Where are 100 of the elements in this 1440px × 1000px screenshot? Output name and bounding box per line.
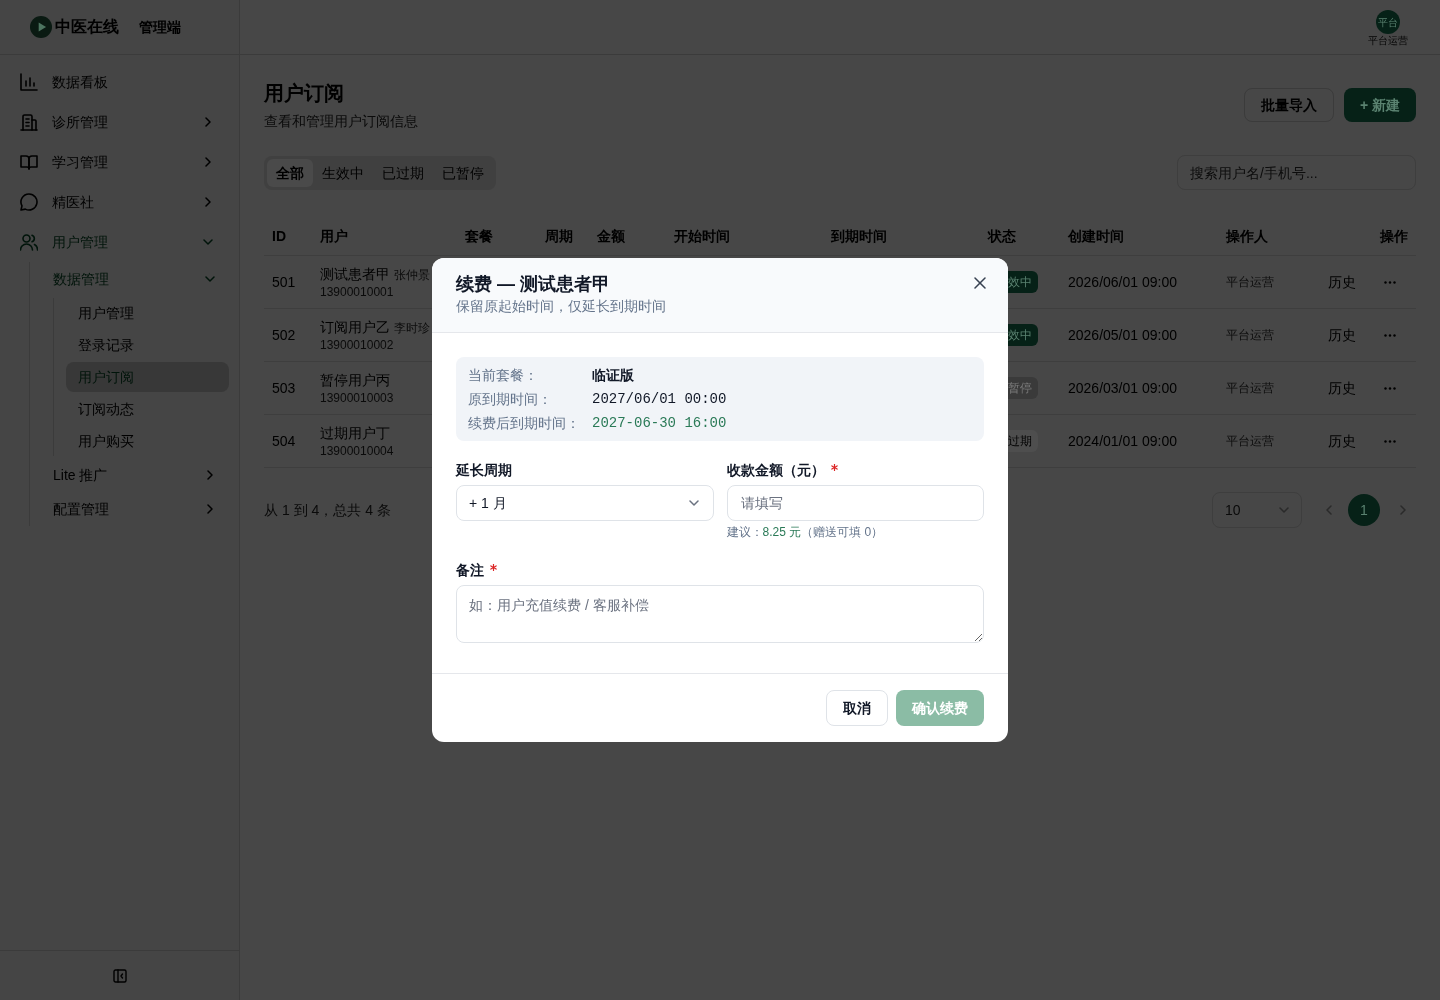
status-tag: 效中 xyxy=(1008,271,1038,293)
close-icon xyxy=(974,277,986,289)
user-name-text: 暂停用户丙 xyxy=(320,371,390,390)
phone-text: 13900010001 xyxy=(320,284,395,300)
note-textarea[interactable]: 如：用户充值续费 / 客服补偿 xyxy=(456,585,984,643)
more-icon xyxy=(1384,280,1396,284)
status-tag: 效中 xyxy=(1008,324,1038,346)
page-title: 用户订阅 xyxy=(264,81,345,106)
table-cell-text: 503 xyxy=(271,379,297,398)
sidebar-item[interactable]: 用户管理 xyxy=(0,222,239,262)
column-header: ID xyxy=(271,226,287,246)
table-cell-text: 501 xyxy=(271,273,297,292)
sidebar-item[interactable]: 数据管理 xyxy=(30,262,239,296)
sidebar-item[interactable]: 用户管理 xyxy=(66,298,229,328)
dialog-title: 续费 — 测试患者甲 xyxy=(456,273,611,296)
brand-name: 中医在线 xyxy=(55,17,119,37)
avatar[interactable]: 平台 xyxy=(1376,10,1400,34)
logo-icon xyxy=(30,16,52,38)
brand-suffix: 管理端 xyxy=(139,18,181,37)
user-name-text: 订阅用户乙 xyxy=(320,318,390,337)
chevron-right-icon xyxy=(1400,505,1406,515)
sidebar-item[interactable]: 学习管理 xyxy=(0,142,239,182)
column-header: 金额 xyxy=(596,226,626,246)
cancel-button[interactable]: 取消 xyxy=(826,690,888,726)
sidebar-item[interactable]: 订阅动态 xyxy=(66,394,229,424)
info-value: 2027-06-30 16:00 xyxy=(592,414,728,433)
column-header: 周期 xyxy=(544,226,574,246)
user-name-text: 测试患者甲 xyxy=(320,265,390,284)
page-button[interactable]: 1 xyxy=(1348,494,1380,526)
column-header: 开始时间 xyxy=(673,226,731,246)
chat-bubble-icon xyxy=(20,193,38,211)
dialog-subtitle: 保留原起始时间，仅延长到期时间 xyxy=(456,297,666,316)
sidebar-item[interactable]: 配置管理 xyxy=(30,492,239,526)
more-button[interactable] xyxy=(1384,333,1396,337)
sidebar-item[interactable]: 用户购买 xyxy=(66,426,229,456)
info-label: 当前套餐： xyxy=(468,366,539,385)
more-button[interactable] xyxy=(1384,280,1396,284)
column-header: 创建时间 xyxy=(1067,226,1125,246)
column-header: 套餐 xyxy=(464,226,494,246)
table-cell-text: 502 xyxy=(271,326,297,345)
column-header: 操作 xyxy=(1379,226,1409,246)
sidebar-item[interactable]: 登录记录 xyxy=(66,330,229,360)
sidebar-item[interactable]: 诊所管理 xyxy=(0,102,239,142)
status-tag: 暂停 xyxy=(1008,377,1038,399)
info-value: 2027/06/01 00:00 xyxy=(592,390,728,409)
more-button[interactable] xyxy=(1384,439,1396,443)
close-button[interactable] xyxy=(974,277,986,289)
sidebar-item[interactable]: Lite 推广 xyxy=(30,458,239,492)
import-button[interactable]: 批量导入 xyxy=(1243,88,1334,122)
more-button[interactable] xyxy=(1384,386,1396,390)
sidebar-item[interactable]: 数据看板 xyxy=(0,62,239,102)
new-button[interactable]: + 新建 xyxy=(1343,88,1416,122)
search-field[interactable]: 搜索用户名/手机号... xyxy=(1177,155,1416,190)
hint-text: 建议：8.25 元（赠送可填 0） xyxy=(726,524,885,540)
history-link[interactable]: 历史 xyxy=(1328,378,1356,398)
chevron-down-icon xyxy=(688,500,699,506)
user-name-text: 过期用户丁 xyxy=(320,424,390,443)
user-alias-text: 李时珍 xyxy=(394,320,430,336)
page-size-select[interactable]: 10 xyxy=(1212,492,1302,528)
sidebar-panel-icon xyxy=(112,968,127,983)
amount-input[interactable]: 请填写 xyxy=(726,485,984,521)
phone-text: 13900010004 xyxy=(320,443,395,459)
previous-page-button[interactable] xyxy=(1326,505,1332,515)
phone-text: 13900010002 xyxy=(320,337,395,353)
history-link[interactable]: 历史 xyxy=(1328,431,1356,451)
filter-tab[interactable]: 生效中 xyxy=(313,158,373,187)
table-cell-text: 2026/06/01 09:00 xyxy=(1067,273,1178,292)
field-label: 收款金额（元） xyxy=(726,461,825,480)
field-label: 备注 xyxy=(456,561,484,580)
filter-tab[interactable]: 已暂停 xyxy=(433,158,493,187)
building-icon xyxy=(20,113,38,131)
bar-chart-icon xyxy=(20,73,38,91)
status-tag: 过期 xyxy=(1008,430,1038,452)
history-link[interactable]: 历史 xyxy=(1328,325,1356,345)
period-select[interactable]: + 1 月 xyxy=(456,485,714,521)
history-link[interactable]: 历史 xyxy=(1328,272,1356,292)
info-label: 续费后到期时间： xyxy=(468,414,581,433)
column-header: 操作人 xyxy=(1225,226,1269,246)
field-label: 延长周期 xyxy=(456,461,512,480)
table-cell-text: 2026/05/01 09:00 xyxy=(1067,326,1178,345)
filter-tab[interactable]: 已过期 xyxy=(373,158,433,187)
table-cell-text: 2024/01/01 09:00 xyxy=(1067,432,1178,451)
collapse-sidebar-button[interactable] xyxy=(112,968,127,983)
chevron-down-icon xyxy=(1279,507,1289,513)
more-icon xyxy=(1384,439,1396,443)
chevron-left-icon xyxy=(1326,505,1332,515)
book-icon xyxy=(20,153,38,171)
column-header: 状态 xyxy=(986,226,1017,246)
more-icon xyxy=(1384,386,1396,390)
more-icon xyxy=(1384,333,1396,337)
filter-tab[interactable]: 全部 xyxy=(267,158,313,187)
info-label: 原到期时间： xyxy=(468,390,553,409)
next-page-button[interactable] xyxy=(1400,505,1406,515)
table-cell-text: 2026/03/01 09:00 xyxy=(1067,379,1178,398)
table-cell-text: 504 xyxy=(271,432,297,451)
users-icon xyxy=(20,233,38,251)
column-header: 用户 xyxy=(319,226,349,246)
info-value: 临证版 xyxy=(592,366,635,385)
column-header: 到期时间 xyxy=(830,226,888,246)
sidebar-item[interactable]: 精医社 xyxy=(0,182,239,222)
